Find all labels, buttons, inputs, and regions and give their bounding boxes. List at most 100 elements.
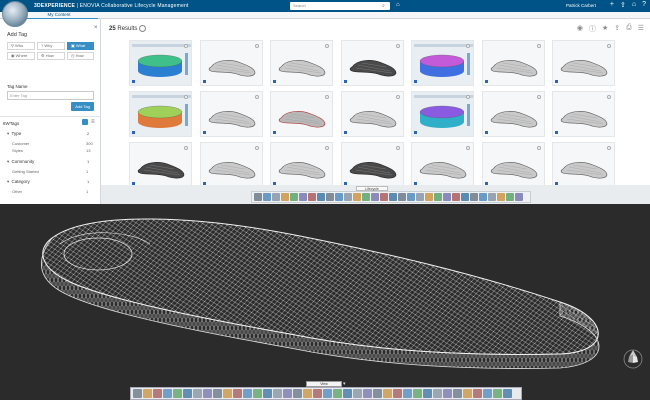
select-checkbox[interactable] xyxy=(395,95,400,99)
result-thumbnail[interactable] xyxy=(340,91,404,137)
result-thumbnail[interactable] xyxy=(552,40,615,86)
select-checkbox[interactable] xyxy=(395,146,400,150)
toolbar-tool-icon[interactable] xyxy=(398,193,406,201)
insole-lattice-model[interactable] xyxy=(0,204,650,400)
toolbar-tool-icon[interactable] xyxy=(407,193,415,201)
share-icon[interactable]: ⇪ xyxy=(620,1,626,9)
result-thumbnail[interactable] xyxy=(340,40,404,86)
toolbar-tool-icon[interactable] xyxy=(353,193,361,201)
toolbar-tool-icon[interactable] xyxy=(434,193,442,201)
view-tool-icon[interactable] xyxy=(353,389,362,398)
view-tool-icon[interactable] xyxy=(133,389,142,398)
toolbar-tool-icon[interactable] xyxy=(299,193,307,201)
toolbar-tool-icon[interactable] xyxy=(290,193,298,201)
view-tool-icon[interactable] xyxy=(193,389,202,398)
view-tool-icon[interactable] xyxy=(303,389,312,398)
result-thumbnail[interactable] xyxy=(129,142,192,188)
select-checkbox[interactable] xyxy=(254,95,259,99)
result-thumbnail[interactable] xyxy=(552,91,615,137)
toolbar-tool-icon[interactable] xyxy=(380,193,388,201)
select-checkbox[interactable] xyxy=(466,44,470,48)
view-tool-icon[interactable] xyxy=(153,389,162,398)
view-tool-icon[interactable] xyxy=(213,389,222,398)
select-checkbox[interactable] xyxy=(395,44,400,48)
toolbar-tool-icon[interactable] xyxy=(461,193,469,201)
select-checkbox[interactable] xyxy=(325,44,329,48)
toolbar-tool-icon[interactable] xyxy=(335,193,343,201)
search-input[interactable]: Search xyxy=(290,2,390,10)
compass-icon[interactable] xyxy=(2,1,28,27)
view-tool-icon[interactable] xyxy=(293,389,302,398)
home-icon[interactable]: ⌂ xyxy=(632,1,636,9)
result-thumbnail[interactable] xyxy=(411,91,474,137)
facet-community[interactable]: ▾ Community xyxy=(7,159,34,165)
facet-type[interactable]: ▾ Type xyxy=(7,131,21,137)
add-tag-button[interactable]: Add Tag xyxy=(71,102,94,111)
clock-icon[interactable] xyxy=(139,25,146,32)
select-checkbox[interactable] xyxy=(466,95,470,99)
tab-my-content[interactable]: My Content xyxy=(20,12,98,19)
result-thumbnail[interactable] xyxy=(199,142,263,188)
view-tool-icon[interactable] xyxy=(423,389,432,398)
toolbar-tool-icon[interactable] xyxy=(326,193,334,201)
tag-icon[interactable]: ⌂ xyxy=(396,2,400,8)
facet-value[interactable]: Other xyxy=(12,189,22,194)
toolbar-tool-icon[interactable] xyxy=(452,193,460,201)
select-checkbox[interactable] xyxy=(607,146,611,150)
view-tool-icon[interactable] xyxy=(203,389,212,398)
select-checkbox[interactable] xyxy=(607,44,611,48)
tag-name-input[interactable]: Enter Tag xyxy=(7,91,94,100)
view-tool-icon[interactable] xyxy=(503,389,512,398)
view-tool-icon[interactable] xyxy=(173,389,182,398)
view-tool-icon[interactable] xyxy=(253,389,262,398)
view-tool-icon[interactable] xyxy=(483,389,492,398)
view-tool-icon[interactable] xyxy=(403,389,412,398)
tag-type-where[interactable]: ◉ Where xyxy=(7,52,35,60)
user-name[interactable]: Patrick Carbert xyxy=(566,3,596,8)
toolbar-tool-icon[interactable] xyxy=(254,193,262,201)
select-checkbox[interactable] xyxy=(325,146,329,150)
view-tool-icon[interactable] xyxy=(343,389,352,398)
toolbar-tool-icon[interactable] xyxy=(488,193,496,201)
view-tool-icon[interactable] xyxy=(313,389,322,398)
view-tool-icon[interactable] xyxy=(433,389,442,398)
star-icon[interactable]: ★ xyxy=(602,24,608,34)
result-thumbnail[interactable] xyxy=(411,142,474,188)
select-checkbox[interactable] xyxy=(184,44,188,48)
select-checkbox[interactable] xyxy=(536,44,541,48)
result-thumbnail[interactable] xyxy=(270,91,333,137)
result-thumbnail[interactable] xyxy=(270,142,333,188)
toolbar-tool-icon[interactable] xyxy=(317,193,325,201)
result-thumbnail[interactable] xyxy=(411,40,474,86)
tag-type-how-2[interactable]: ◷ How xyxy=(67,52,94,60)
view-tool-icon[interactable] xyxy=(273,389,282,398)
toolbar-tool-icon[interactable] xyxy=(443,193,451,201)
filter-icon[interactable] xyxy=(82,119,88,125)
view-tool-icon[interactable] xyxy=(493,389,502,398)
view-tool-icon[interactable] xyxy=(233,389,242,398)
view-tool-icon[interactable] xyxy=(413,389,422,398)
facet-value[interactable]: Styles xyxy=(12,148,23,153)
info-icon[interactable]: ⓘ xyxy=(589,24,596,34)
toolbar-tool-icon[interactable] xyxy=(371,193,379,201)
toolbar-tool-icon[interactable] xyxy=(425,193,433,201)
select-checkbox[interactable] xyxy=(254,146,259,150)
toolbar-tool-icon[interactable] xyxy=(308,193,316,201)
select-checkbox[interactable] xyxy=(254,44,259,48)
select-checkbox[interactable] xyxy=(536,95,541,99)
view-tool-icon[interactable] xyxy=(323,389,332,398)
result-thumbnail[interactable] xyxy=(270,40,333,86)
help-icon[interactable]: ? xyxy=(642,1,646,9)
result-thumbnail[interactable] xyxy=(129,40,192,86)
view-tool-icon[interactable] xyxy=(183,389,192,398)
tag-type-what[interactable]: ▣ What xyxy=(67,42,94,50)
result-thumbnail[interactable] xyxy=(552,142,615,188)
view-tool-icon[interactable] xyxy=(243,389,252,398)
list-icon[interactable]: ≡ xyxy=(91,119,95,125)
toolbar-tool-icon[interactable] xyxy=(497,193,505,201)
toolbar-tool-icon[interactable] xyxy=(272,193,280,201)
plus-icon[interactable]: + xyxy=(610,1,614,9)
view-tool-icon[interactable] xyxy=(393,389,402,398)
tag-type-who[interactable]: ⚲ Who xyxy=(7,42,35,50)
select-checkbox[interactable] xyxy=(536,146,541,150)
